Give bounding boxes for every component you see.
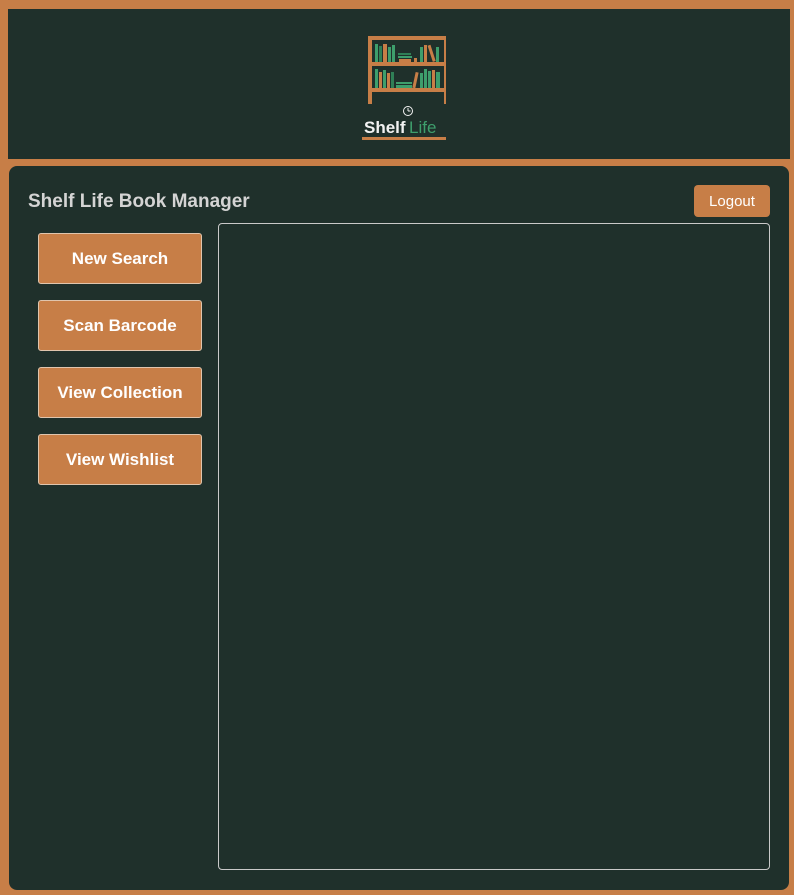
clock-icon	[403, 106, 413, 116]
logout-button[interactable]: Logout	[694, 185, 770, 217]
main-panel: Shelf Life Book Manager Logout New Searc…	[9, 166, 789, 890]
view-wishlist-button[interactable]: View Wishlist	[38, 434, 202, 485]
app-header: Shelf Life	[8, 9, 790, 159]
logo-text-life: Life	[409, 118, 436, 137]
new-search-button[interactable]: New Search	[38, 233, 202, 284]
page-title: Shelf Life Book Manager	[28, 191, 250, 212]
scan-barcode-button[interactable]: Scan Barcode	[38, 300, 202, 351]
view-collection-button[interactable]: View Collection	[38, 367, 202, 418]
shelflife-logo: Shelf Life	[362, 36, 446, 140]
sidebar-nav: New Search Scan Barcode View Collection …	[38, 233, 202, 501]
bookshelf-icon	[368, 36, 446, 104]
content-area	[218, 223, 770, 870]
logo-text-shelf: Shelf	[364, 118, 406, 137]
